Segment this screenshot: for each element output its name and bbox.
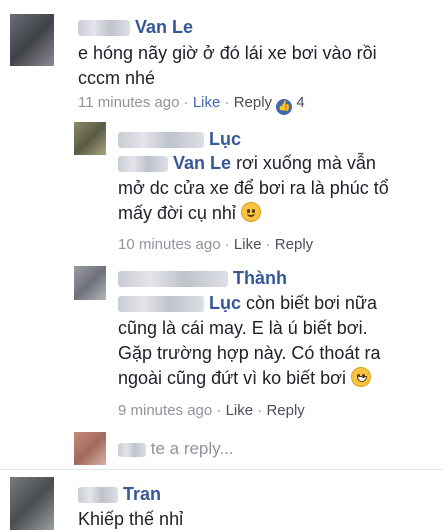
comment-body: Thành xyxy=(118,266,287,290)
reply-link[interactable]: Reply xyxy=(234,94,272,111)
blurred-text xyxy=(118,442,146,457)
separator: · xyxy=(257,402,263,419)
timestamp[interactable]: 9 minutes ago xyxy=(118,402,212,419)
avatar[interactable] xyxy=(10,477,54,530)
avatar[interactable] xyxy=(74,122,106,155)
comment-text-line: mấy đời cụ nhỉ xyxy=(118,201,261,225)
separator: · xyxy=(224,236,230,253)
blurred-name xyxy=(118,271,228,288)
comment-text-line: ngoài cũng đứt vì ko biết bơi xyxy=(118,366,372,390)
comment-author[interactable]: Van Le xyxy=(135,17,193,37)
blurred-name xyxy=(118,296,204,313)
avatar[interactable] xyxy=(10,14,54,66)
avatar xyxy=(74,432,106,465)
comment-body: Van Le xyxy=(78,15,193,39)
separator: · xyxy=(224,94,230,111)
comment-text-line: cccm nhé xyxy=(78,68,156,88)
comment-actions: 11 minutes ago · Like · Reply 👍 4 xyxy=(78,94,305,115)
thumbs-up-icon[interactable]: 👍 xyxy=(276,99,293,115)
blurred-name xyxy=(78,20,130,37)
comment-text-line: mở dc cửa xe để bơi ra là phúc tổ xyxy=(118,178,389,198)
separator: · xyxy=(216,402,222,419)
like-link[interactable]: Like xyxy=(234,236,262,253)
comment-body: Tran xyxy=(78,482,161,506)
grinning-sweat-icon xyxy=(351,367,372,387)
like-link[interactable]: Like xyxy=(226,402,254,419)
reply-input[interactable]: te a reply... xyxy=(118,439,234,459)
comment-text-line: Gặp trường hợp này. Có thoát ra xyxy=(118,343,381,363)
comment-actions: 9 minutes ago · Like · Reply xyxy=(118,402,305,419)
comment-text-line: Khiếp thế nhỉ xyxy=(78,509,184,529)
reply-link[interactable]: Reply xyxy=(275,236,313,253)
comment-text-line: cũng là cái may. E là ú biết bơi. xyxy=(118,318,368,338)
comment-text-line: Van Le rơi xuống mà vẫn xyxy=(118,151,376,175)
grimacing-face-icon xyxy=(240,202,261,222)
divider xyxy=(0,469,443,470)
comment-author[interactable]: Lục xyxy=(209,129,241,149)
separator: · xyxy=(183,94,189,111)
mention[interactable]: Lục xyxy=(209,293,241,313)
comment-text-line: e hóng nãy giờ ở đó lái xe bơi vào rồi xyxy=(78,43,377,63)
reply-link[interactable]: Reply xyxy=(266,402,304,419)
reaction-count[interactable]: 4 xyxy=(296,94,304,111)
comment-text-line: Lục còn biết bơi nữa xyxy=(118,291,377,315)
mention[interactable]: Van Le xyxy=(173,153,231,173)
blurred-name xyxy=(78,487,118,504)
avatar[interactable] xyxy=(74,266,106,300)
timestamp[interactable]: 11 minutes ago xyxy=(78,94,179,111)
comment-actions: 10 minutes ago · Like · Reply xyxy=(118,236,313,253)
comment-author[interactable]: Tran xyxy=(123,484,161,504)
like-link[interactable]: Like xyxy=(193,94,221,111)
separator: · xyxy=(265,236,271,253)
comment-author[interactable]: Thành xyxy=(233,268,287,288)
blurred-name xyxy=(118,132,204,149)
reply-placeholder: te a reply... xyxy=(150,439,234,458)
blurred-name xyxy=(118,156,168,173)
comment-body: Lục xyxy=(118,127,241,151)
timestamp[interactable]: 10 minutes ago xyxy=(118,236,221,253)
